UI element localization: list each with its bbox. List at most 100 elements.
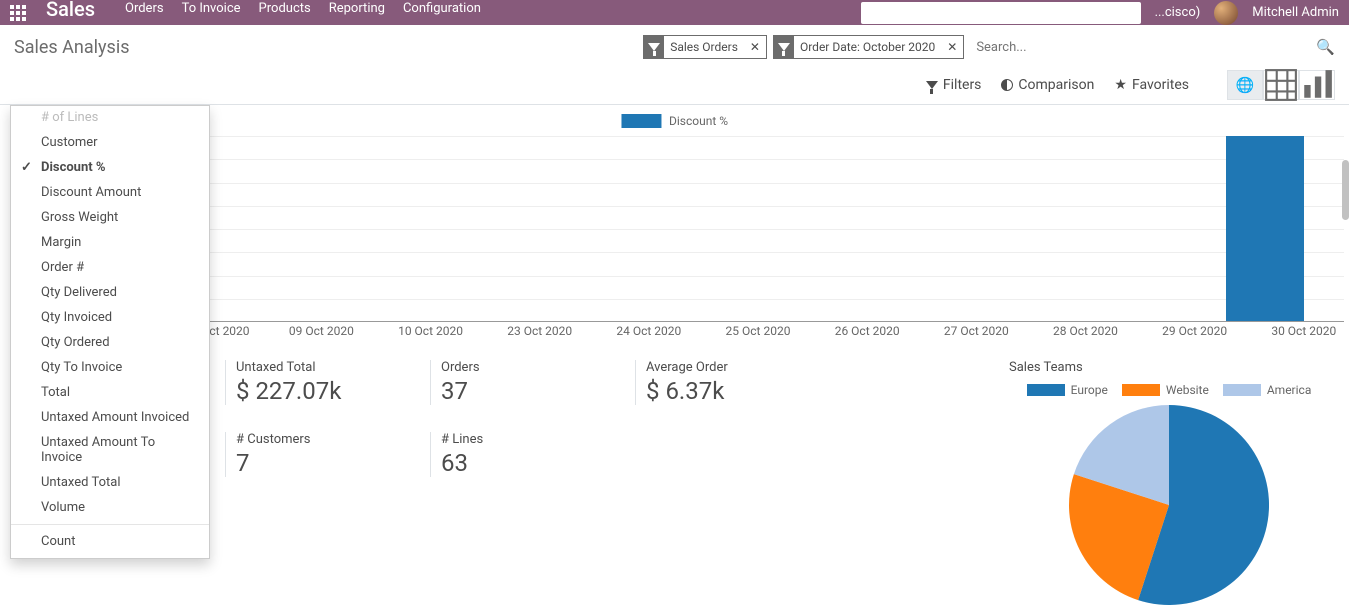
- measure-item[interactable]: Customer: [11, 130, 209, 155]
- avatar[interactable]: [1214, 1, 1238, 25]
- kpi-untaxed-total[interactable]: Untaxed Total $ 227.07k: [225, 360, 410, 405]
- kpi-label: # Customers: [236, 432, 410, 447]
- pivot-icon: [1264, 68, 1298, 102]
- filter-icon: [644, 36, 664, 58]
- x-tick: ct 2020: [209, 324, 249, 338]
- comparison-icon: [1001, 79, 1013, 91]
- legend-item-america[interactable]: America: [1223, 383, 1312, 397]
- measure-item[interactable]: Qty To Invoice: [11, 355, 209, 380]
- kpi-lines[interactable]: # Lines 63: [430, 432, 615, 477]
- kpi-average-order[interactable]: Average Order $ 6.37k: [635, 360, 820, 405]
- measure-count[interactable]: Count: [11, 529, 209, 554]
- x-axis: [210, 321, 1344, 322]
- view-graph-button[interactable]: [1299, 70, 1335, 100]
- main-menu: Orders To Invoice Products Reporting Con…: [125, 5, 481, 20]
- measure-item[interactable]: Volume: [11, 495, 209, 520]
- facet-label: Sales Orders: [664, 40, 744, 54]
- facet-sales-orders[interactable]: Sales Orders ✕: [643, 35, 767, 59]
- bar-chart-icon: [1300, 68, 1334, 102]
- filter-icon: [774, 36, 794, 58]
- x-tick: 24 Oct 2020: [616, 324, 681, 338]
- scrollbar[interactable]: [1342, 160, 1349, 220]
- measures-dropdown[interactable]: # of Lines Customer Discount % Discount …: [10, 105, 210, 559]
- chart-bar-30-oct[interactable]: [1226, 136, 1304, 322]
- measure-item[interactable]: Order #: [11, 255, 209, 280]
- kpi-orders[interactable]: Orders 37: [430, 360, 615, 405]
- measure-item[interactable]: Discount Amount: [11, 180, 209, 205]
- menu-products[interactable]: Products: [259, 1, 311, 16]
- measure-item[interactable]: Qty Ordered: [11, 330, 209, 355]
- comparison-label: Comparison: [1018, 77, 1094, 93]
- menu-configuration[interactable]: Configuration: [403, 1, 481, 16]
- legend-label: Website: [1166, 383, 1209, 397]
- view-dashboard-button[interactable]: 🌐: [1227, 70, 1263, 100]
- kpi-label: Orders: [441, 360, 615, 375]
- search-icon[interactable]: 🔍: [1316, 38, 1335, 56]
- legend-swatch: [1122, 384, 1160, 396]
- kpi-value: $ 227.07k: [236, 377, 410, 405]
- menu-orders[interactable]: Orders: [125, 1, 164, 16]
- measure-item[interactable]: Margin: [11, 230, 209, 255]
- kpi-label: Average Order: [646, 360, 820, 375]
- favorites-button[interactable]: ★ Favorites: [1114, 77, 1189, 93]
- company-hint: ...cisco): [1155, 5, 1201, 20]
- measure-item[interactable]: Untaxed Total: [11, 470, 209, 495]
- kpi-customers[interactable]: # Customers 7: [225, 432, 410, 477]
- facet-order-date[interactable]: Order Date: October 2020 ✕: [773, 35, 964, 59]
- x-tick: 30 Oct 2020: [1271, 324, 1336, 338]
- kpi-value: 37: [441, 377, 615, 405]
- measure-item[interactable]: Qty Delivered: [11, 280, 209, 305]
- facet-label: Order Date: October 2020: [794, 40, 941, 54]
- x-tick: 09 Oct 2020: [289, 324, 354, 338]
- legend-label: Discount %: [669, 114, 728, 128]
- x-tick: 25 Oct 2020: [726, 324, 791, 338]
- menu-to-invoice[interactable]: To Invoice: [182, 1, 241, 16]
- legend-label: Europe: [1071, 383, 1108, 397]
- measure-item[interactable]: Untaxed Amount To Invoice: [11, 430, 209, 470]
- top-navbar: Sales Orders To Invoice Products Reporti…: [0, 0, 1349, 25]
- facet-remove-icon[interactable]: ✕: [744, 40, 766, 54]
- toolbar: Filters Comparison ★ Favorites 🌐: [0, 65, 1349, 105]
- kpi-label: Untaxed Total: [236, 360, 410, 375]
- view-pivot-button[interactable]: [1263, 70, 1299, 100]
- user-name[interactable]: Mitchell Admin: [1252, 5, 1339, 20]
- comparison-button[interactable]: Comparison: [1001, 77, 1094, 93]
- measure-item[interactable]: Gross Weight: [11, 205, 209, 230]
- filters-label: Filters: [943, 77, 982, 93]
- kpi-value: 63: [441, 449, 615, 477]
- menu-reporting[interactable]: Reporting: [329, 1, 385, 16]
- pie-chart[interactable]: [1069, 405, 1269, 605]
- dashboard-icon: 🌐: [1236, 76, 1255, 94]
- legend-item-europe[interactable]: Europe: [1027, 383, 1108, 397]
- measure-item[interactable]: # of Lines: [11, 110, 209, 130]
- measure-item[interactable]: Qty Invoiced: [11, 305, 209, 330]
- chart-grid: [210, 136, 1344, 322]
- search-input[interactable]: [970, 35, 1310, 59]
- systray-box[interactable]: [861, 2, 1141, 24]
- brand-title[interactable]: Sales: [46, 0, 95, 21]
- funnel-icon: [926, 81, 938, 89]
- sales-teams-title: Sales Teams: [1009, 360, 1329, 375]
- filters-button[interactable]: Filters: [926, 77, 982, 93]
- x-axis-labels: ct 2020 09 Oct 2020 10 Oct 2020 23 Oct 2…: [195, 324, 1344, 340]
- legend-label: America: [1267, 383, 1312, 397]
- legend-swatch: [621, 114, 661, 128]
- x-tick: 23 Oct 2020: [507, 324, 572, 338]
- legend-swatch: [1223, 384, 1261, 396]
- pie-legend: Europe Website America: [1009, 383, 1329, 397]
- legend-swatch: [1027, 384, 1065, 396]
- x-tick: 26 Oct 2020: [835, 324, 900, 338]
- sales-teams-widget: Sales Teams Europe Website America: [1009, 360, 1329, 605]
- chart-legend: Discount %: [621, 114, 728, 128]
- measure-item[interactable]: Untaxed Amount Invoiced: [11, 405, 209, 430]
- search-facets: Sales Orders ✕ Order Date: October 2020 …: [643, 35, 1335, 59]
- facet-remove-icon[interactable]: ✕: [941, 40, 963, 54]
- title-bar: Sales Analysis Sales Orders ✕ Order Date…: [0, 25, 1349, 65]
- measure-item[interactable]: Total: [11, 380, 209, 405]
- legend-item-website[interactable]: Website: [1122, 383, 1209, 397]
- favorites-label: Favorites: [1132, 77, 1189, 93]
- apps-icon[interactable]: [10, 5, 26, 21]
- page-title: Sales Analysis: [14, 37, 129, 58]
- kpi-value: $ 6.37k: [646, 377, 820, 405]
- measure-item-selected[interactable]: Discount %: [11, 155, 209, 180]
